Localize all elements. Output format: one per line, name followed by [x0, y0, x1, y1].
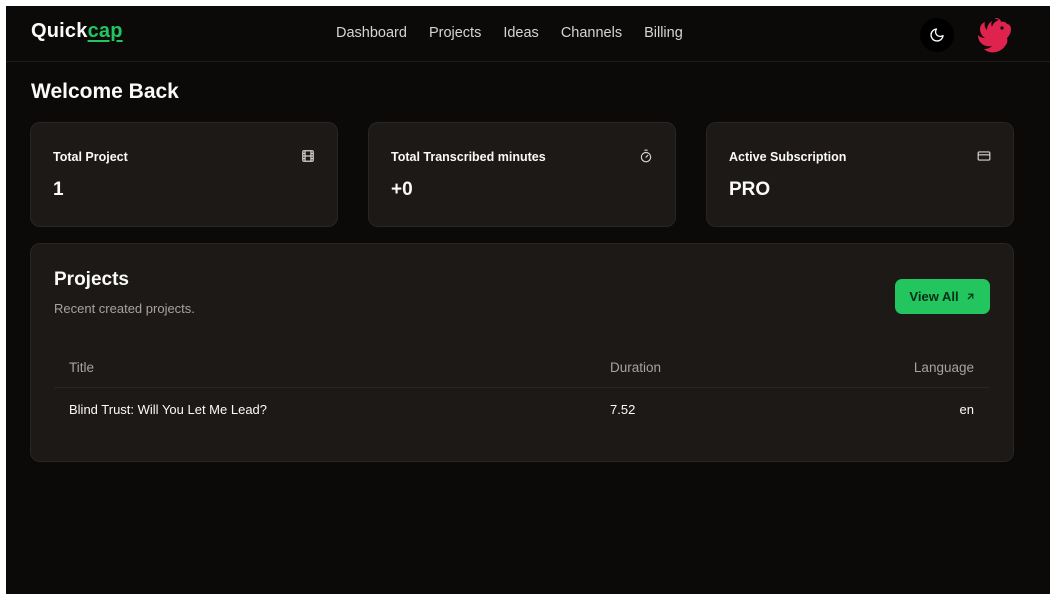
project-duration-cell: 7.52	[610, 402, 636, 417]
projects-subtitle: Recent created projects.	[54, 301, 195, 316]
stat-label: Total Transcribed minutes	[391, 150, 546, 164]
arrow-up-right-icon	[967, 293, 973, 300]
nav-billing[interactable]: Billing	[644, 25, 683, 41]
view-all-button[interactable]: View All	[895, 279, 990, 314]
nav-dashboard[interactable]: Dashboard	[336, 25, 407, 41]
main-nav: Dashboard Projects Ideas Channels Billin…	[336, 25, 683, 41]
stat-value: 1	[53, 179, 64, 200]
avatar-logo-icon[interactable]	[972, 16, 1014, 56]
theme-toggle-button[interactable]	[920, 18, 954, 52]
stat-value: +0	[391, 179, 413, 200]
moon-icon	[930, 28, 944, 42]
stat-value: PRO	[729, 179, 771, 200]
column-duration: Duration	[610, 360, 662, 375]
stat-card-active-subscription: Active Subscription PRO	[706, 122, 1014, 227]
top-navbar: Quickcap Dashboard Projects Ideas Channe…	[6, 6, 1050, 62]
project-title-cell: Blind Trust: Will You Let Me Lead?	[69, 402, 268, 417]
nav-projects[interactable]: Projects	[429, 25, 481, 41]
credit-card-icon	[977, 151, 991, 161]
column-language: Language	[913, 360, 974, 375]
table-row[interactable]: Blind Trust: Will You Let Me Lead? 7.52 …	[54, 387, 989, 435]
nav-ideas[interactable]: Ideas	[503, 25, 538, 41]
stat-label: Active Subscription	[729, 150, 847, 164]
projects-card: Projects Recent created projects. View A…	[30, 243, 1014, 462]
table-header: Title Duration Language	[54, 349, 989, 388]
projects-title: Projects	[54, 269, 129, 290]
stat-label: Total Project	[53, 150, 128, 164]
timer-icon	[640, 149, 652, 163]
page-title: Welcome Back	[31, 80, 179, 103]
film-icon	[302, 150, 314, 162]
view-all-label: View All	[909, 289, 959, 304]
logo-accent: cap	[87, 20, 123, 42]
column-title: Title	[69, 360, 95, 375]
project-language-cell: en	[959, 402, 974, 417]
nav-channels[interactable]: Channels	[561, 25, 622, 41]
stat-card-total-project: Total Project 1	[30, 122, 338, 227]
app-window: Quickcap Dashboard Projects Ideas Channe…	[6, 6, 1050, 594]
app-logo[interactable]: Quickcap	[31, 20, 123, 43]
logo-main: Quick	[31, 20, 88, 42]
stat-card-transcribed-minutes: Total Transcribed minutes +0	[368, 122, 676, 227]
